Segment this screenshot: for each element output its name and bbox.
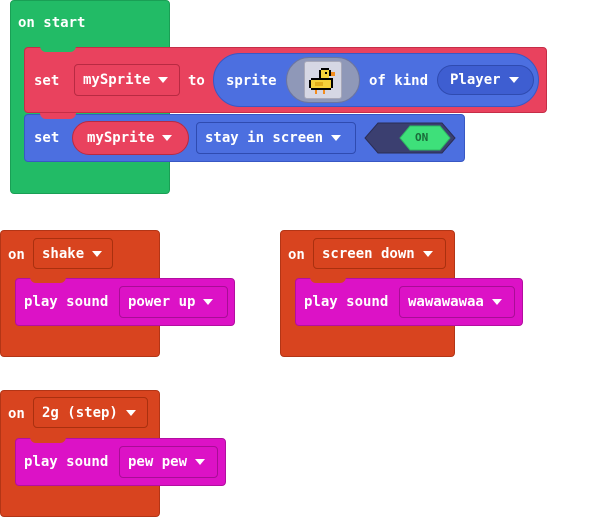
sprite-variable-dropdown[interactable]: mySprite	[72, 121, 189, 155]
of-kind-label: of kind	[369, 73, 429, 89]
sound-value: wawawawaa	[408, 294, 484, 310]
chevron-down-icon	[203, 299, 214, 305]
chevron-down-icon	[422, 250, 433, 257]
sound-value: power up	[128, 294, 196, 310]
on-label: on	[8, 247, 25, 263]
variable-dropdown[interactable]: mySprite	[74, 64, 180, 96]
sound-dropdown[interactable]: power up	[119, 286, 228, 318]
property-value: stay in screen	[205, 130, 324, 146]
chevron-down-icon	[162, 135, 173, 141]
event-dropdown[interactable]: screen down	[313, 238, 446, 269]
chevron-down-icon	[92, 250, 103, 257]
to-label: to	[188, 73, 205, 89]
sound-dropdown[interactable]: pew pew	[119, 446, 218, 478]
play-sound-label: play sound	[304, 294, 389, 310]
property-dropdown[interactable]: stay in screen	[196, 122, 356, 154]
event-value: screen down	[322, 245, 415, 262]
toggle-state: ON	[415, 131, 429, 144]
variable-name: mySprite	[87, 130, 155, 146]
event-dropdown[interactable]: shake	[33, 238, 113, 269]
chevron-down-icon	[195, 459, 206, 465]
set-keyword: set	[34, 73, 60, 89]
sprite-image-frame	[304, 61, 342, 99]
set-keyword: set	[34, 130, 60, 146]
duck-sprite-icon	[309, 68, 335, 94]
sound-dropdown[interactable]: wawawawaa	[399, 286, 515, 318]
event-dropdown[interactable]: 2g (step)	[33, 397, 148, 428]
kind-dropdown[interactable]: Player	[437, 65, 534, 95]
chevron-down-icon	[158, 77, 169, 83]
chevron-down-icon	[125, 409, 136, 416]
chevron-down-icon	[491, 299, 502, 305]
chevron-down-icon	[331, 135, 342, 141]
play-sound-label: play sound	[24, 454, 109, 470]
on-start-label: on start	[18, 15, 86, 31]
event-value: 2g (step)	[42, 404, 118, 421]
toggle-switch[interactable]	[364, 122, 456, 154]
sound-value: pew pew	[128, 454, 188, 470]
chevron-down-icon	[508, 77, 519, 83]
sprite-label: sprite	[226, 73, 277, 89]
variable-name: mySprite	[83, 72, 151, 88]
on-label: on	[288, 247, 305, 263]
kind-value: Player	[450, 72, 501, 88]
play-sound-label: play sound	[24, 294, 109, 310]
on-label: on	[8, 406, 25, 422]
event-value: shake	[42, 245, 85, 262]
